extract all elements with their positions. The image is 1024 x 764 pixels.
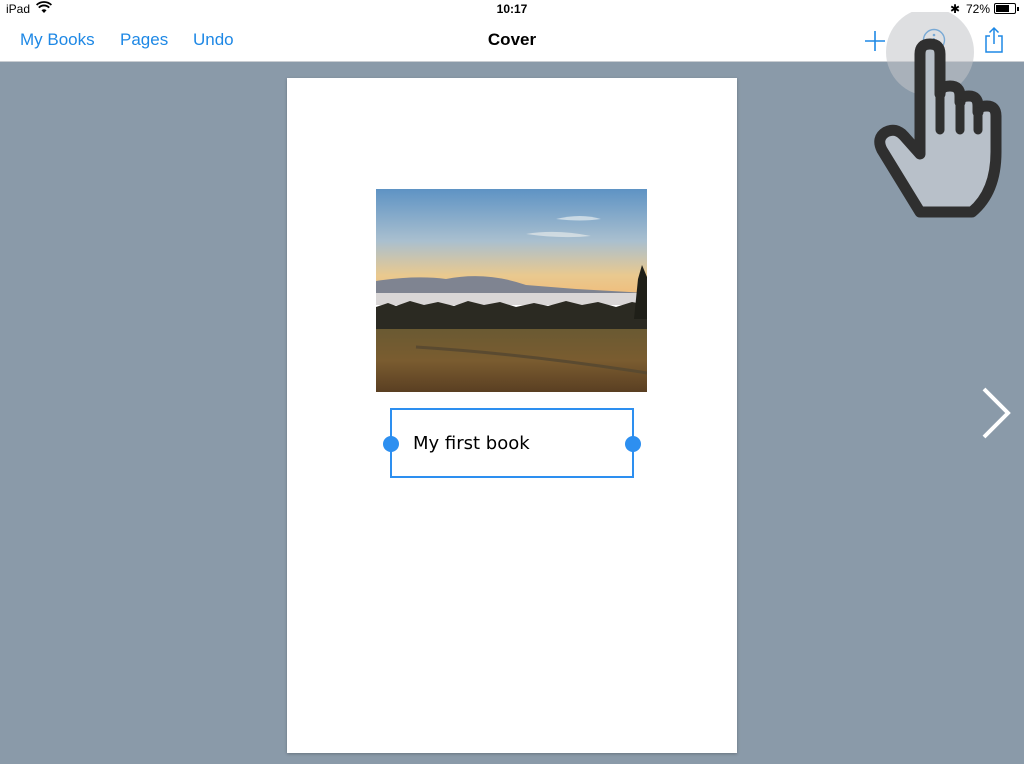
- title-text-box[interactable]: My first book: [383, 408, 641, 478]
- cover-photo[interactable]: [376, 189, 647, 392]
- book-title-text[interactable]: My first book: [413, 433, 530, 454]
- resize-handle-left[interactable]: [383, 436, 399, 452]
- resize-handle-right[interactable]: [625, 436, 641, 452]
- battery-icon: [994, 3, 1019, 14]
- book-cover-page: My first book: [287, 78, 737, 753]
- status-bar: iPad 10:17 ✱ 72%: [0, 0, 1024, 18]
- share-icon[interactable]: [983, 26, 1005, 54]
- bluetooth-icon: ✱: [950, 2, 961, 16]
- battery-percentage: 72%: [966, 2, 991, 16]
- plus-icon[interactable]: [864, 30, 886, 52]
- next-page-arrow[interactable]: [978, 385, 1014, 441]
- info-icon[interactable]: [922, 28, 946, 52]
- status-clock: 10:17: [496, 2, 528, 16]
- navigation-bar: My Books Pages Undo Cover: [0, 18, 1024, 62]
